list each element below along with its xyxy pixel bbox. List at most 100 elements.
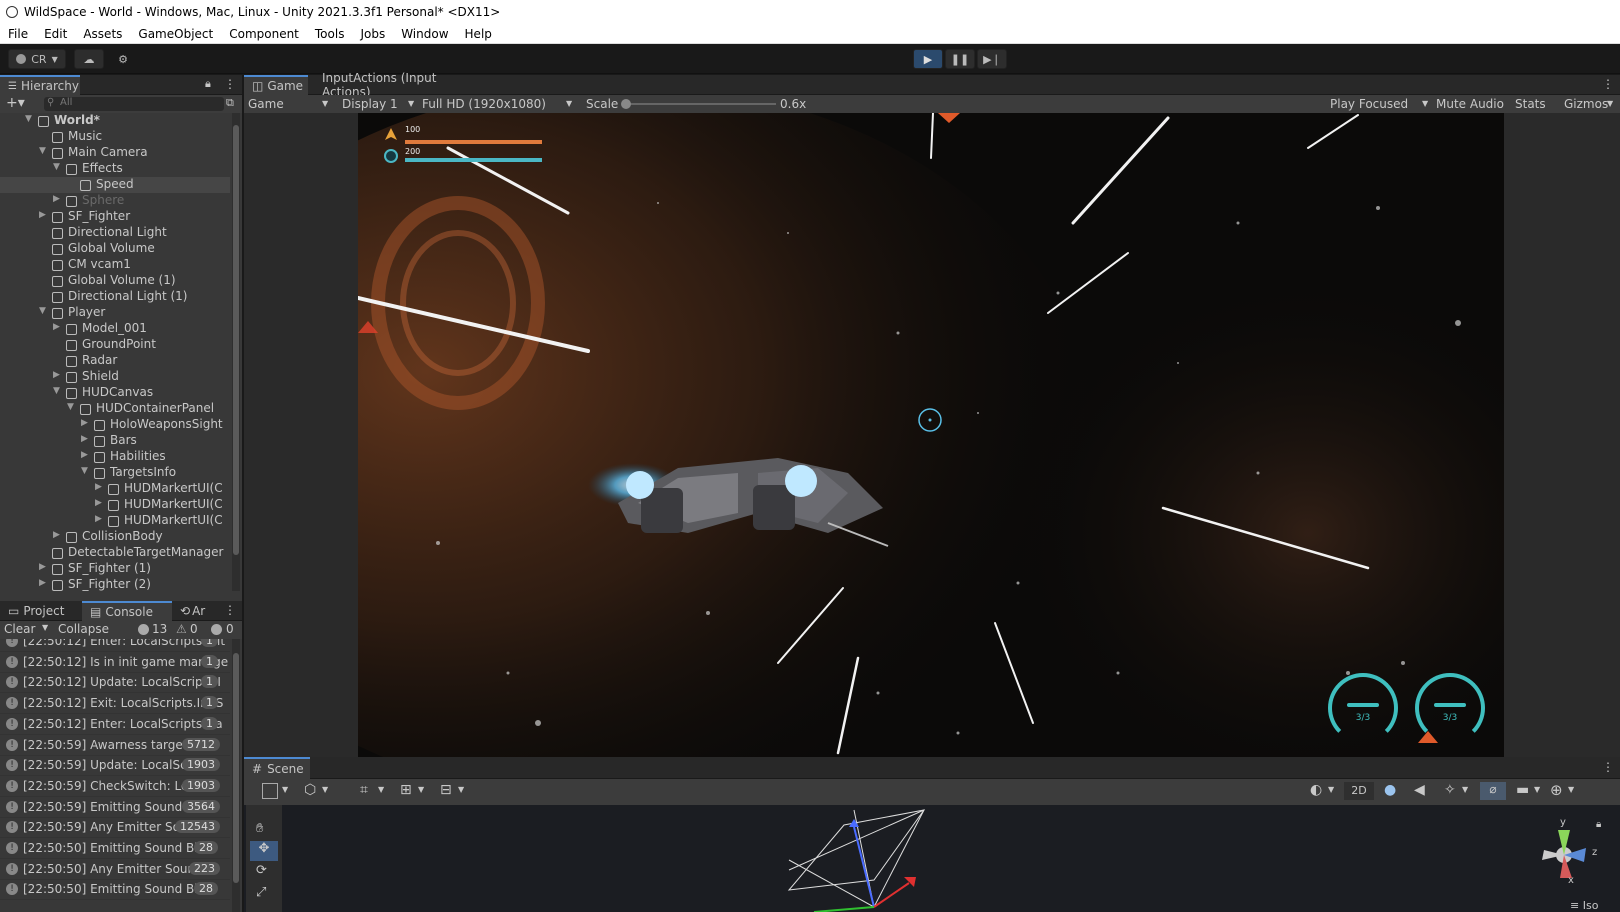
hierarchy-item[interactable]: Directional Light (1) bbox=[0, 289, 230, 305]
render-mode-icon[interactable]: ◐ bbox=[1310, 782, 1322, 798]
hierarchy-item[interactable]: Global Volume bbox=[0, 241, 230, 257]
stats-toggle[interactable]: Stats bbox=[1515, 97, 1546, 111]
console-log-row[interactable]: ! [22:50:59] CheckSwitch: Loc 1903 bbox=[0, 776, 230, 797]
expand-arrow-icon[interactable]: ▼ bbox=[53, 162, 60, 172]
mute-audio-toggle[interactable]: Mute Audio bbox=[1436, 97, 1504, 111]
collapse-arrow-icon[interactable]: ▶ bbox=[53, 530, 60, 540]
hierarchy-scrollbar[interactable] bbox=[232, 113, 240, 591]
hierarchy-item[interactable]: Speed bbox=[0, 177, 230, 193]
expand-arrow-icon[interactable]: ▼ bbox=[81, 466, 88, 476]
menu-component[interactable]: Component bbox=[221, 27, 307, 41]
account-dropdown[interactable]: CR ▼ bbox=[8, 49, 66, 69]
hierarchy-item[interactable]: ▶ Sphere bbox=[0, 193, 230, 209]
increment-snap-icon[interactable]: ⊟ bbox=[440, 782, 452, 798]
shading-icon[interactable]: ⬡ bbox=[304, 782, 316, 798]
collapse-arrow-icon[interactable]: ▶ bbox=[81, 450, 88, 460]
collapse-button[interactable]: Collapse bbox=[58, 622, 109, 636]
hierarchy-item[interactable]: Music bbox=[0, 129, 230, 145]
menu-help[interactable]: Help bbox=[457, 27, 500, 41]
hierarchy-item[interactable]: ▶ SF_Fighter bbox=[0, 209, 230, 225]
hierarchy-item[interactable]: ▼ Player bbox=[0, 305, 230, 321]
hierarchy-item[interactable]: ▶ HUDMarkertUI(C bbox=[0, 481, 230, 497]
hierarchy-item[interactable]: ▼ World* bbox=[0, 113, 230, 129]
hierarchy-item[interactable]: ▼ HUDContainerPanel bbox=[0, 401, 230, 417]
hierarchy-item[interactable]: ▶ HUDMarkertUI(C bbox=[0, 513, 230, 529]
console-scrollbar[interactable] bbox=[232, 639, 240, 912]
hierarchy-item[interactable]: ▶ SF_Fighter (2) bbox=[0, 577, 230, 593]
expand-arrow-icon[interactable]: ▼ bbox=[67, 402, 74, 412]
expand-icon[interactable]: ⧉ bbox=[226, 96, 234, 110]
hierarchy-search-input[interactable]: ⚲ All bbox=[44, 97, 224, 111]
tab-game[interactable]: ◫ Game bbox=[244, 75, 308, 95]
menu-file[interactable]: File bbox=[0, 27, 36, 41]
hierarchy-item[interactable]: ▼ Effects bbox=[0, 161, 230, 177]
add-icon[interactable]: +▾ bbox=[6, 95, 25, 111]
hierarchy-item[interactable]: ▶ HoloWeaponsSight bbox=[0, 417, 230, 433]
play-button[interactable]: ▶ bbox=[913, 49, 943, 69]
camera-icon[interactable]: ▬ bbox=[1516, 782, 1529, 798]
console-log-row[interactable]: ! [22:50:50] Emitting Sound Blast 28 bbox=[0, 838, 230, 859]
collapse-arrow-icon[interactable]: ▶ bbox=[95, 514, 102, 524]
collapse-arrow-icon[interactable]: ▶ bbox=[53, 370, 60, 380]
play-focused-dropdown[interactable]: Play Focused bbox=[1330, 97, 1408, 111]
hierarchy-item[interactable]: ▶ Habilities bbox=[0, 449, 230, 465]
resolution-dropdown[interactable]: Full HD (1920x1080) bbox=[422, 97, 546, 111]
collapse-arrow-icon[interactable]: ▶ bbox=[39, 578, 46, 588]
step-button[interactable]: ▶❘ bbox=[977, 49, 1007, 69]
hand-tool-icon[interactable]: ✋︎ bbox=[256, 821, 263, 836]
hierarchy-item[interactable]: GroundPoint bbox=[0, 337, 230, 353]
expand-arrow-icon[interactable]: ▼ bbox=[53, 386, 60, 396]
menu-tools[interactable]: Tools bbox=[307, 27, 353, 41]
grid-toggle-icon[interactable]: ⊞ bbox=[400, 782, 412, 798]
menu-edit[interactable]: Edit bbox=[36, 27, 75, 41]
scene-viewport[interactable]: ✋︎ ✥ ⟳ ⤢ y z x 🔒︎ ≡ Iso bbox=[244, 805, 1620, 912]
console-log-row[interactable]: ! [22:50:12] Update: LocalScripts.I 1 bbox=[0, 672, 230, 694]
collapse-arrow-icon[interactable]: ▶ bbox=[95, 498, 102, 508]
menu-window[interactable]: Window bbox=[393, 27, 456, 41]
console-log-row[interactable]: ! [22:50:50] Emitting Sound Blast 28 bbox=[0, 879, 230, 901]
chevron-down-icon[interactable]: ▼ bbox=[42, 623, 48, 632]
menu-assets[interactable]: Assets bbox=[75, 27, 130, 41]
console-log-row[interactable]: ! [22:50:59] Any Emitter Sour 12543 bbox=[0, 817, 230, 839]
rotate-tool-icon[interactable]: ⟳ bbox=[256, 863, 267, 878]
hierarchy-item[interactable]: ▶ CollisionBody bbox=[0, 529, 230, 545]
console-log-row[interactable]: ! [22:50:12] Enter: LocalScripts.Init 1 bbox=[0, 639, 230, 652]
menu-jobs[interactable]: Jobs bbox=[352, 27, 393, 41]
expand-arrow-icon[interactable]: ▼ bbox=[39, 146, 46, 156]
gizmos-icon[interactable]: ⊕ bbox=[1550, 781, 1563, 799]
menu-gameobject[interactable]: GameObject bbox=[130, 27, 221, 41]
cloud-button[interactable]: ☁ bbox=[74, 49, 104, 69]
clear-button[interactable]: Clear bbox=[4, 622, 35, 636]
gizmos-toggle[interactable]: Gizmos bbox=[1564, 97, 1608, 111]
move-tool-icon[interactable]: ✥ bbox=[250, 841, 278, 861]
tab-console[interactable]: ▤ Console bbox=[82, 601, 172, 621]
expand-arrow-icon[interactable]: ▼ bbox=[39, 306, 46, 316]
toggle-2d-button[interactable]: 2D bbox=[1344, 782, 1374, 800]
hierarchy-item[interactable]: ▼ TargetsInfo bbox=[0, 465, 230, 481]
more-options-icon[interactable]: ⋮ bbox=[1602, 760, 1614, 774]
collapse-arrow-icon[interactable]: ▶ bbox=[81, 434, 88, 444]
console-log-row[interactable]: ! [22:50:12] Is in init game manage 1 bbox=[0, 652, 230, 673]
console-log-row[interactable]: ! [22:50:59] Awarness targets 5712 bbox=[0, 735, 230, 756]
hierarchy-item[interactable]: ▶ Model_001 bbox=[0, 321, 230, 337]
orientation-gizmo[interactable]: y z x bbox=[1534, 817, 1604, 890]
more-options-icon[interactable]: ⋮ bbox=[1602, 77, 1614, 91]
hierarchy-item[interactable]: ▶ HUDMarkertUI(C bbox=[0, 497, 230, 513]
log-count[interactable]: 13 bbox=[152, 622, 167, 636]
error-count[interactable]: 0 bbox=[226, 622, 234, 636]
console-log-row[interactable]: ! [22:50:50] Any Emitter Sound 223 bbox=[0, 859, 230, 880]
tab-input-actions[interactable]: InputActions (Input Actions) bbox=[314, 71, 494, 99]
collapse-arrow-icon[interactable]: ▶ bbox=[39, 562, 46, 572]
lock-icon[interactable]: 🔒︎ bbox=[205, 77, 211, 91]
audio-icon[interactable]: ◀ bbox=[1414, 782, 1425, 798]
tab-animator[interactable]: ⟲ Ar bbox=[172, 601, 220, 621]
scale-slider[interactable] bbox=[621, 99, 776, 109]
hierarchy-item[interactable]: ▶ Shield bbox=[0, 369, 230, 385]
more-options-icon[interactable]: ⋮ bbox=[224, 603, 236, 617]
draw-mode-icon[interactable] bbox=[262, 783, 278, 799]
game-viewport[interactable]: 100 200 3/3 3/3 bbox=[358, 113, 1504, 757]
hierarchy-item[interactable]: ▶ Bars bbox=[0, 433, 230, 449]
tab-scene[interactable]: # Scene bbox=[244, 757, 310, 779]
pause-button[interactable]: ❚❚ bbox=[945, 49, 975, 69]
collapse-arrow-icon[interactable]: ▶ bbox=[81, 418, 88, 428]
